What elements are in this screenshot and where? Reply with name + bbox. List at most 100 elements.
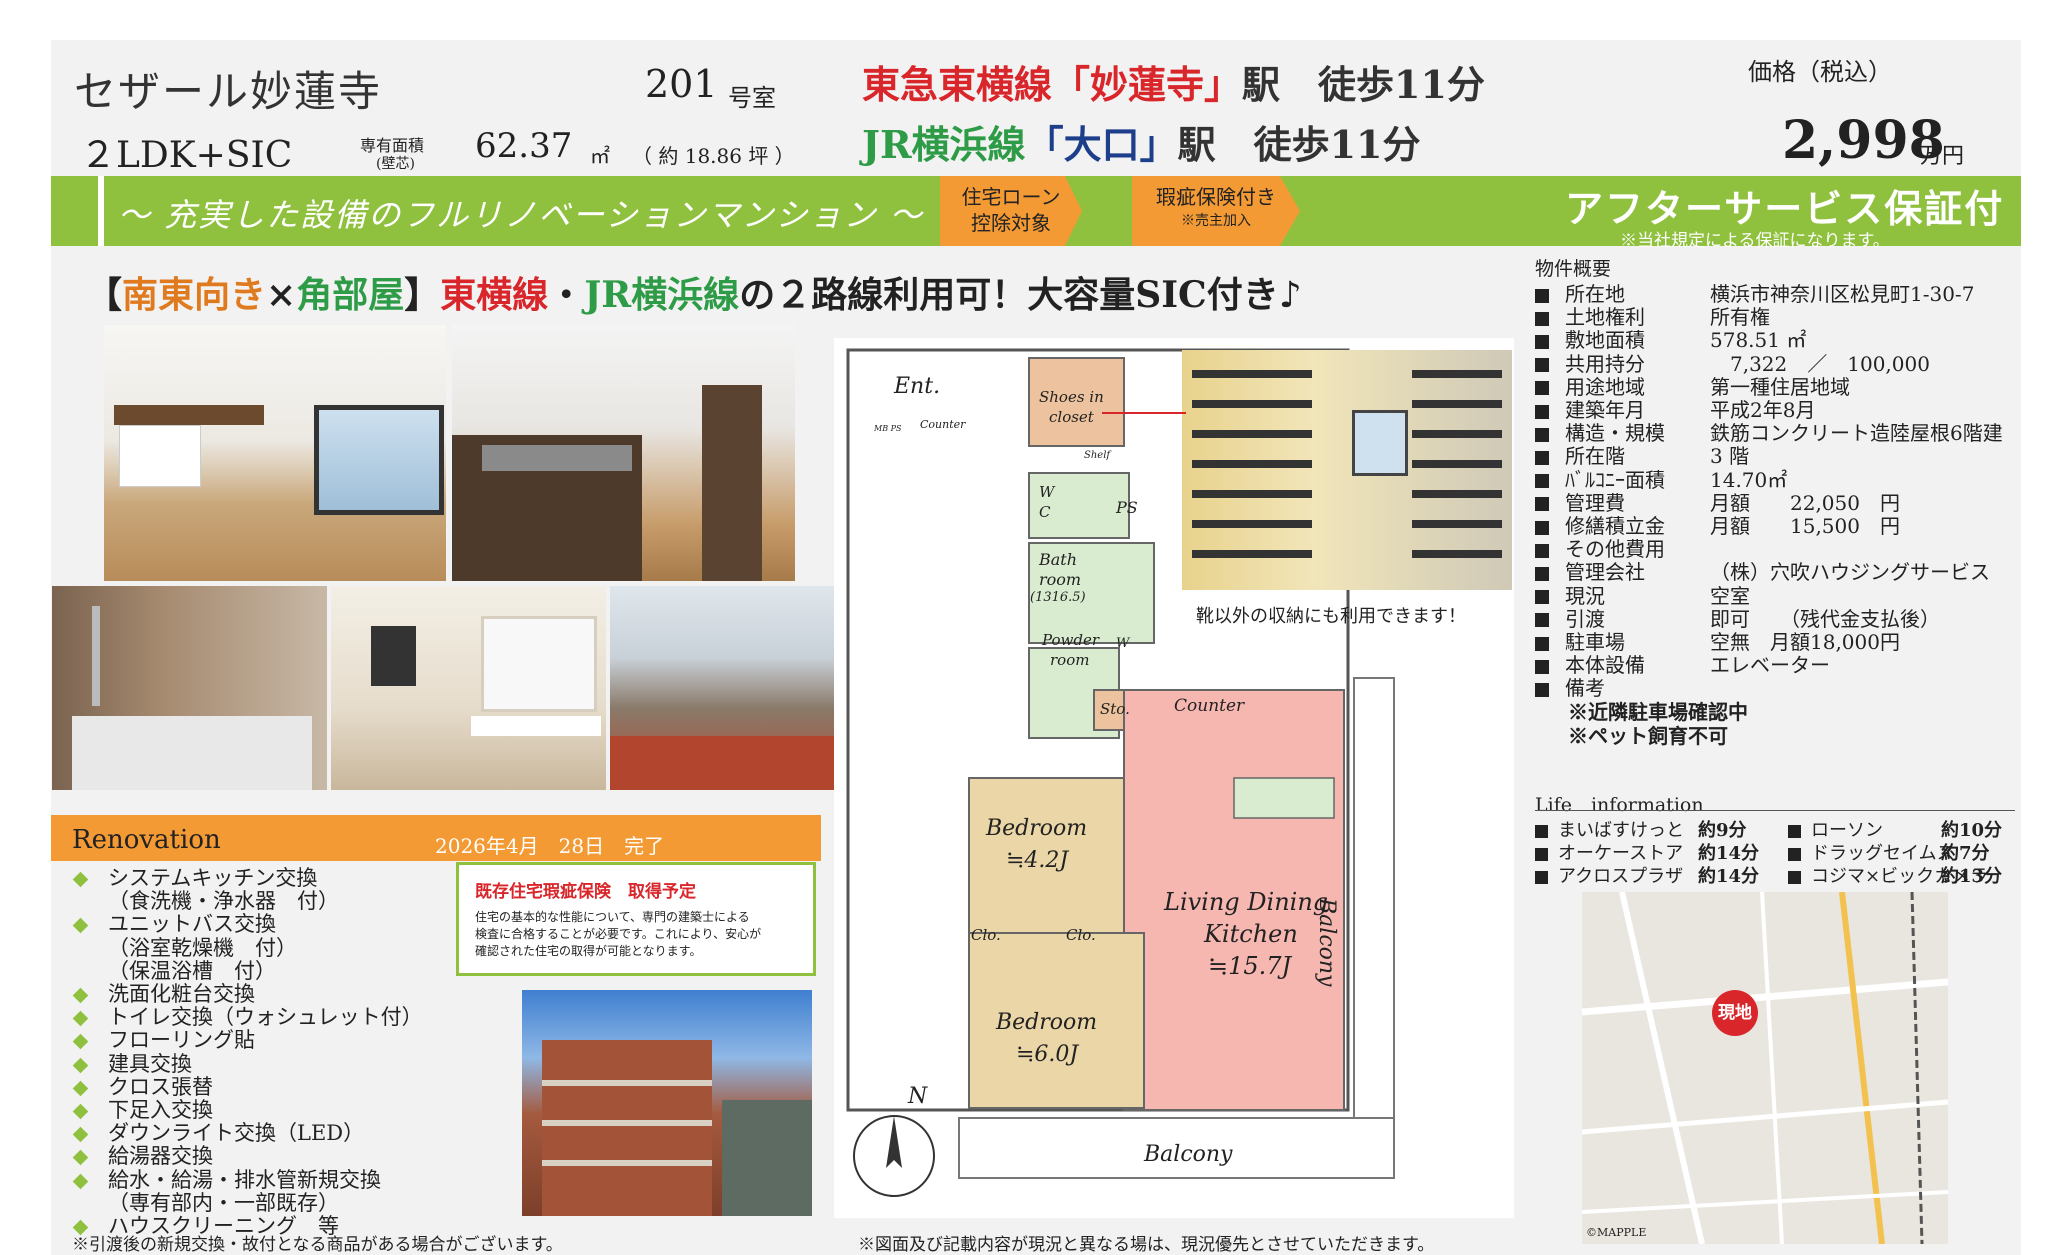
closet-shelves-right <box>1412 370 1502 378</box>
plan-counter: Counter <box>1174 696 1245 716</box>
plan-powder-1: Powder <box>1042 631 1100 649</box>
renovation-bullet-icon <box>72 1173 89 1189</box>
access2-station: 「大口」 <box>1025 122 1178 167</box>
life-place-name: コジマ×ビックカメラ <box>1811 866 1989 887</box>
plan-wc-2: C <box>1039 503 1051 521</box>
life-title: Life information <box>1535 794 1704 816</box>
room-number: 201 <box>645 62 718 106</box>
banner-tagline: ～ 充実した設備のフルリノベーションマンション ～ <box>118 196 924 234</box>
spec-value: （株）穴吹ハウジングサービス <box>1710 560 1990 585</box>
building-name: セザール妙蓮寺 <box>74 67 383 116</box>
after-note: ※当社規定による保証になります。 <box>1620 231 1890 251</box>
plan-wc-1: W <box>1039 483 1055 501</box>
life-row: アクロスプラザ 約14分 <box>1535 862 1759 888</box>
tag-insurance-line1: 瑕疵保険付き <box>1156 185 1276 209</box>
life-bullet-icon <box>1788 847 1801 861</box>
plan-north-needle <box>886 1116 902 1168</box>
plan-balcony-bottom-label: Balcony <box>1144 1142 1233 1167</box>
closet-pointer-arrow <box>1102 412 1186 414</box>
photo-living-room <box>104 325 446 581</box>
area-unit: ㎡ <box>590 144 610 168</box>
tag-insurance-line2: ※売主加入 <box>1181 213 1251 229</box>
renovation-date: 2026年4月 28日 完了 <box>435 834 665 858</box>
headline-toyoko: 東横線 <box>440 274 549 316</box>
access2-line: JR横浜線 <box>862 122 1026 167</box>
plan-closet-2: Clo. <box>1066 926 1096 944</box>
renovation-title: Renovation <box>72 825 221 855</box>
headline-bracket-open: 【 <box>86 274 123 316</box>
plan-ldk-size: ≒15.7J <box>1208 952 1292 980</box>
banner-stripe <box>98 176 104 246</box>
building-neighbor <box>722 1100 812 1216</box>
life-place-distance: 約14分 <box>1698 843 1760 864</box>
layout-type: ２LDK+SIC <box>80 135 293 176</box>
washroom-mirror <box>481 616 597 712</box>
life-bullet-icon <box>1535 824 1548 838</box>
closet-window <box>1352 410 1408 476</box>
headline-dot: ・ <box>548 274 585 316</box>
plan-shoes-1: Shoes in <box>1039 388 1104 406</box>
renovation-bullet-icon <box>72 871 89 888</box>
area-value: 62.37 <box>475 126 573 166</box>
area-sub: (壁芯) <box>376 156 415 172</box>
living-cabinet <box>114 405 264 425</box>
life-bullet-icon <box>1535 870 1548 884</box>
insurance-title: 既存住宅瑕疵保険 取得予定 <box>475 882 696 902</box>
plan-w: W <box>1116 636 1130 651</box>
kitchen-cooktop <box>482 445 632 471</box>
life-place-distance: 約14分 <box>1698 866 1760 887</box>
access2-rest: 駅 徒歩11分 <box>1177 122 1421 167</box>
map-brand: ©MAPPLE <box>1586 1226 1647 1239</box>
life-place-distance: 約9分 <box>1698 820 1747 841</box>
plan-ldk-2: Kitchen <box>1204 920 1298 948</box>
life-bullet-icon <box>1788 824 1801 838</box>
map-marker: 現地 <box>1712 990 1758 1036</box>
life-row: コジマ×ビックカメラ約13分 <box>1788 862 2002 888</box>
price-label: 価格（税込） <box>1748 58 1892 86</box>
life-place-name: アクロスプラザ <box>1558 866 1684 887</box>
insurance-body-3: 確認された住宅の取得が可能となります。 <box>475 944 702 958</box>
plan-ent: Ent. <box>894 374 941 399</box>
life-bullet-icon <box>1788 870 1801 884</box>
tag-loan-line2: 控除対象 <box>971 211 1051 235</box>
spec-value: エレベーター <box>1710 653 1830 678</box>
tag-loan: 住宅ローン 控除対象 <box>940 176 1082 246</box>
plan-shoes-2: closet <box>1049 408 1094 426</box>
access1-station: 「妙蓮寺」 <box>1052 62 1243 107</box>
plan-sto: Sto. <box>1100 700 1130 718</box>
closet-caption: 靴以外の収納にも利用できます！ <box>1196 606 1466 627</box>
price-unit: 万円 <box>1920 144 1965 169</box>
plan-bedroom-1-label: Bedroom <box>986 816 1088 841</box>
photo-washroom <box>331 586 606 790</box>
photo-building-exterior <box>522 990 812 1216</box>
bath-shower-bar <box>92 606 100 706</box>
photo-kitchen <box>452 325 795 581</box>
washroom-window <box>371 626 416 686</box>
plan-balcony-side <box>1353 677 1395 1119</box>
access1-rest: 駅 徒歩11分 <box>1242 62 1485 107</box>
headline-orientation: 南東向き <box>122 274 267 316</box>
plan-kitchen-island <box>1233 777 1335 819</box>
spec-bullet-icon <box>1535 682 1549 697</box>
life-place-distance: 約10分 <box>1941 820 2003 841</box>
photo-shoes-closet <box>1182 350 1512 590</box>
spec-value: 鉄筋コンクリート造陸屋根6階建 <box>1710 421 2003 446</box>
washroom-basin <box>471 716 601 736</box>
life-place-distance: 約13分 <box>1941 866 2003 887</box>
plan-shelf: Shelf <box>1084 450 1111 461</box>
living-kitchen-counter <box>119 425 201 487</box>
area-tsubo: （ 約 18.86 坪 ） <box>632 144 795 168</box>
plan-balcony-side-label: Balcony <box>1314 898 1339 987</box>
plan-bedroom-1-size: ≒4.2J <box>1006 848 1069 873</box>
closet-shelves-left <box>1192 370 1312 378</box>
plan-ldk-1: Living Dining <box>1164 888 1329 916</box>
insurance-body-2: 検査に合格することが必要です。これにより、安心が <box>475 927 762 941</box>
access-line-2: JR横浜線「大口」駅 徒歩11分 <box>862 114 1420 169</box>
life-place-distance: 約7分 <box>1941 843 1990 864</box>
plan-counter-small: Counter <box>920 418 966 431</box>
building-facade <box>542 1040 712 1216</box>
headline-bracket-close: 】 <box>404 274 441 316</box>
spec-value: 月額 15,500 円 <box>1710 514 1900 538</box>
living-window <box>314 405 444 515</box>
floorplan-note: ※図面及び記載内容が現況と異なる場は、現況優先とさせていただきます。 <box>858 1235 1435 1255</box>
